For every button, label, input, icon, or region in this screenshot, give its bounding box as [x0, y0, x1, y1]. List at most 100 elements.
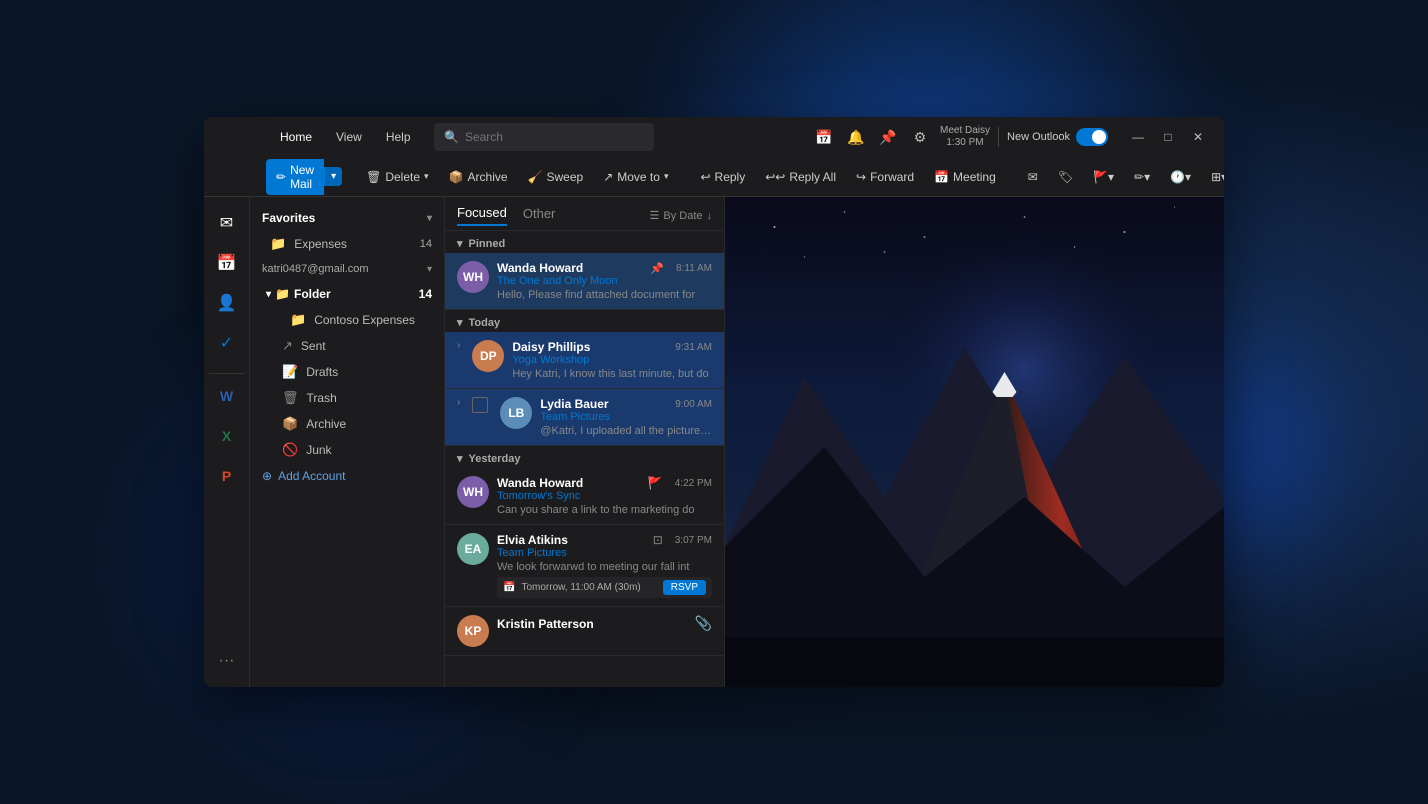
email-content-wanda-pinned: Wanda Howard 📌 8:11 AM The One and Only … — [497, 261, 712, 301]
new-mail-dropdown-button[interactable]: ▾ — [324, 167, 342, 186]
app-window: Home View Help 🔍 📅 🔔 📌 ⚙ Meet Daisy 1:30… — [204, 117, 1224, 687]
group-header-today[interactable]: ▾ Today — [445, 310, 724, 332]
new-mail-button-group: ✏ New Mail ▾ — [266, 159, 342, 195]
avatar-wanda-yesterday: WH — [457, 476, 489, 508]
sidebar-item-mail[interactable]: ✉ — [209, 205, 245, 241]
email-item-daisy[interactable]: › DP Daisy Phillips 9:31 AM Yoga Worksho… — [445, 332, 724, 389]
close-button[interactable]: ✕ — [1184, 123, 1212, 151]
email-item-wanda-yesterday[interactable]: WH Wanda Howard 🚩 4:22 PM Tomorrow's Syn… — [445, 468, 724, 525]
minimize-button[interactable]: — — [1124, 123, 1152, 151]
avatar-elvia: EA — [457, 533, 489, 565]
maximize-button[interactable]: □ — [1154, 123, 1182, 151]
reading-pane — [725, 197, 1224, 687]
email-content-wanda-yesterday: Wanda Howard 🚩 4:22 PM Tomorrow's Sync C… — [497, 476, 712, 516]
group-collapse-icon: ▾ — [457, 237, 463, 250]
sidebar-item-word[interactable]: W — [209, 378, 245, 414]
email-item-wanda-pinned[interactable]: WH Wanda Howard 📌 8:11 AM The One and On… — [445, 253, 724, 310]
window-controls: — □ ✕ — [1124, 123, 1212, 151]
email-item-elvia[interactable]: EA Elvia Atikins ⊡ 3:07 PM Team Pictures… — [445, 525, 724, 607]
email-item-kristin[interactable]: KP Kristin Patterson 📎 — [445, 607, 724, 656]
sidebar-item-excel[interactable]: X — [209, 418, 245, 454]
expand-lydia-icon[interactable]: › — [457, 397, 460, 408]
edit-button[interactable]: ✏▾ — [1126, 166, 1158, 188]
reply-icon: ↩ — [700, 170, 710, 184]
flag-icon-wanda: 🚩 — [648, 476, 663, 490]
email-content-kristin: Kristin Patterson 📎 — [497, 615, 712, 632]
meeting-button[interactable]: 📅 Meeting — [926, 166, 1004, 188]
group-header-yesterday[interactable]: ▾ Yesterday — [445, 446, 724, 468]
flag-dropdown-button[interactable]: 🚩▾ — [1085, 166, 1122, 188]
email-icon-btn[interactable]: ✉ — [1020, 166, 1046, 188]
email-checkbox-lydia[interactable] — [472, 397, 488, 413]
account-header[interactable]: katri0487@gmail.com ▾ — [250, 257, 444, 281]
sweep-button[interactable]: 🧹 Sweep — [520, 166, 592, 188]
delete-icon: 🗑 — [366, 170, 381, 184]
email-content-daisy: Daisy Phillips 9:31 AM Yoga Workshop Hey… — [512, 340, 712, 380]
folder-item-trash[interactable]: 🗑 Trash — [258, 385, 444, 411]
forward-button[interactable]: ↪ Forward — [848, 166, 922, 188]
folder-icon: 📁 — [270, 236, 286, 252]
meet-daisy-info: Meet Daisy 1:30 PM — [940, 125, 990, 149]
avatar-daisy: DP — [472, 340, 504, 372]
email-content-lydia: Lydia Bauer 9:00 AM Team Pictures @Katri… — [540, 397, 712, 437]
settings-icon[interactable]: ⚙ — [908, 125, 932, 149]
rsvp-button[interactable]: RSVP — [663, 580, 706, 595]
meeting-icon: 📅 — [934, 170, 949, 184]
sidebar-item-calendar[interactable]: 📅 — [209, 245, 245, 281]
email-content-elvia: Elvia Atikins ⊡ 3:07 PM Team Pictures We… — [497, 533, 712, 598]
folder-item-contoso[interactable]: 📁 Contoso Expenses — [258, 307, 444, 333]
notification-icon[interactable]: 🔔 — [844, 125, 868, 149]
filter-icon: ☰ — [649, 209, 659, 222]
expand-thread-icon[interactable]: › — [457, 340, 460, 351]
reply-all-button[interactable]: ↩↩ Reply All — [757, 166, 844, 188]
archive-button[interactable]: 📦 Archive — [441, 166, 516, 188]
email-list: Focused Other ☰ By Date ↓ ▾ Pinned — [445, 197, 725, 687]
sidebar-item-more[interactable]: ··· — [209, 643, 245, 679]
folder-item-expenses[interactable]: 📁 Expenses 14 — [250, 231, 444, 257]
pinned-icon: 📌 — [650, 262, 664, 275]
folder-item-junk[interactable]: 🚫 Junk — [258, 437, 444, 463]
search-input[interactable] — [465, 130, 644, 144]
folder-icon-sm: 📁 — [275, 287, 290, 301]
yesterday-collapse-icon: ▾ — [457, 452, 463, 465]
calendar-icon-small: 📅 — [503, 582, 515, 593]
delete-button[interactable]: 🗑 Delete ▾ — [358, 166, 436, 188]
email-item-lydia[interactable]: › LB Lydia Bauer 9:00 AM Team Pictures @… — [445, 389, 724, 446]
toolbar: ✏ New Mail ▾ 🗑 Delete ▾ 📦 Archive 🧹 Swee… — [204, 157, 1224, 197]
pin-icon[interactable]: 📌 — [876, 125, 900, 149]
move-to-button[interactable]: ↗ Move to ▾ — [595, 166, 676, 188]
add-account-icon: ⊕ — [262, 469, 272, 483]
tab-home[interactable]: Home — [270, 126, 322, 148]
new-outlook-switch[interactable] — [1076, 128, 1108, 146]
new-mail-button[interactable]: ✏ New Mail — [266, 159, 324, 195]
archive-folder-icon: 📦 — [282, 416, 298, 432]
favorites-header[interactable]: Favorites ▾ — [250, 205, 444, 231]
view-options-button[interactable]: ⊞▾ — [1203, 166, 1224, 188]
sidebar-item-powerpoint[interactable]: P — [209, 458, 245, 494]
folder-item-sent[interactable]: ↗ Sent — [258, 333, 444, 359]
mountain-scene — [725, 197, 1224, 687]
sidebar-item-contacts[interactable]: 👤 — [209, 285, 245, 321]
tab-help[interactable]: Help — [376, 126, 421, 148]
forward-icon: ↪ — [856, 170, 866, 184]
folder-item-archive[interactable]: 📦 Archive — [258, 411, 444, 437]
avatar-kristin: KP — [457, 615, 489, 647]
tab-other[interactable]: Other — [523, 206, 556, 225]
add-account-button[interactable]: ⊕ Add Account — [250, 463, 444, 489]
tab-view[interactable]: View — [326, 126, 372, 148]
email-list-body: ▾ Pinned WH Wanda Howard 📌 8:11 A — [445, 231, 724, 687]
sidebar-item-tasks[interactable]: ✓ — [209, 325, 245, 361]
folder-section-header[interactable]: ▾ 📁 Folder 14 — [258, 281, 444, 307]
my-day-icon[interactable]: 📅 — [812, 125, 836, 149]
drafts-icon: 📝 — [282, 364, 298, 380]
tag-button[interactable]: 🏷 — [1050, 166, 1081, 188]
group-header-pinned[interactable]: ▾ Pinned — [445, 231, 724, 253]
reply-button[interactable]: ↩ Reply — [692, 166, 753, 188]
folder-item-drafts[interactable]: 📝 Drafts — [258, 359, 444, 385]
search-bar[interactable]: 🔍 — [434, 123, 654, 151]
email-sort[interactable]: ☰ By Date ↓ — [649, 209, 712, 222]
history-button[interactable]: 🕐▾ — [1162, 166, 1199, 188]
compose-icon: ✏ — [276, 170, 286, 184]
today-collapse-icon: ▾ — [457, 316, 463, 329]
tab-focused[interactable]: Focused — [457, 205, 507, 226]
